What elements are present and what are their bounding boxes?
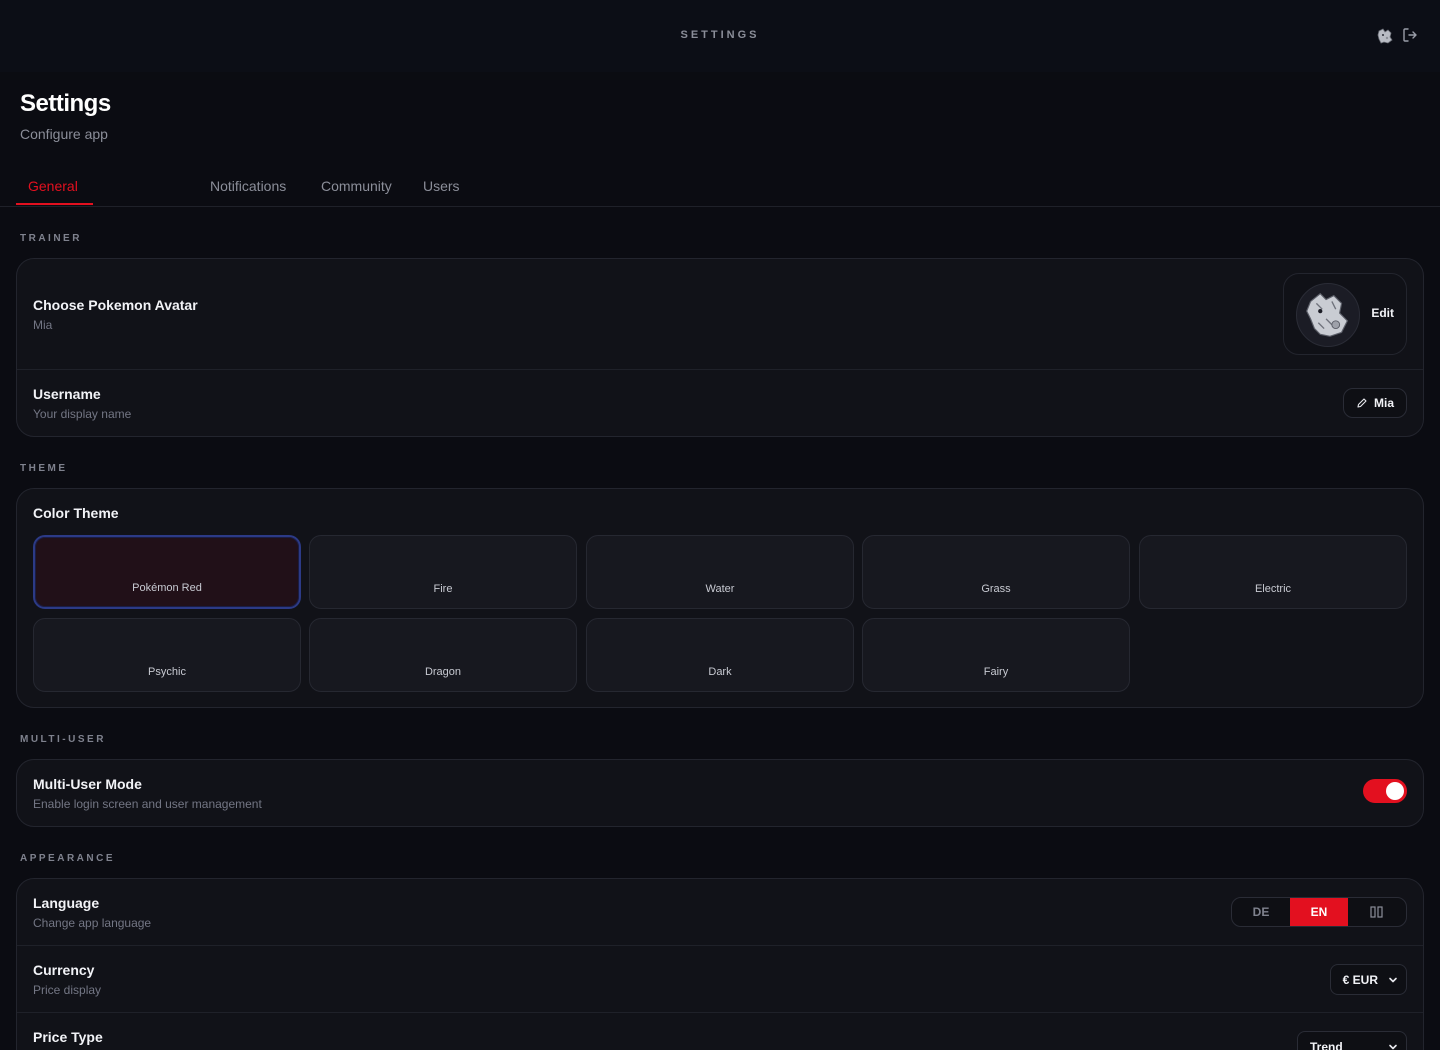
language-option-de[interactable]: DE bbox=[1232, 898, 1290, 926]
theme-option-water[interactable]: Water bbox=[586, 535, 854, 609]
currency-subtitle: Price display bbox=[33, 983, 102, 997]
theme-option-electric[interactable]: Electric bbox=[1139, 535, 1407, 609]
multiuser-card: Multi-User Mode Enable login screen and … bbox=[16, 759, 1424, 827]
currency-row: Currency Price display € EUR bbox=[17, 946, 1423, 1013]
flag-icon bbox=[1370, 906, 1383, 918]
theme-option-fairy[interactable]: Fairy bbox=[862, 618, 1130, 692]
username-row-title: Username bbox=[33, 386, 101, 402]
theme-option-fire[interactable]: Fire bbox=[309, 535, 577, 609]
language-row: Language Change app language DE EN bbox=[17, 879, 1423, 946]
page-title: Settings bbox=[20, 90, 111, 117]
avatar bbox=[1296, 283, 1360, 347]
theme-option-psychic[interactable]: Psychic bbox=[33, 618, 301, 692]
theme-option-pokemon-red[interactable]: Pokémon Red bbox=[33, 535, 301, 609]
active-tab-indicator bbox=[16, 203, 93, 205]
color-theme-title: Color Theme bbox=[33, 505, 119, 521]
currency-title: Currency bbox=[33, 962, 95, 978]
language-option-en[interactable]: EN bbox=[1290, 898, 1348, 926]
top-bar: SETTINGS bbox=[0, 0, 1440, 72]
pokemon-avatar-icon[interactable] bbox=[1376, 27, 1394, 45]
price-type-row: Price Type Trend bbox=[17, 1013, 1423, 1050]
tab-users[interactable]: Users bbox=[423, 178, 460, 194]
price-type-title: Price Type bbox=[33, 1029, 103, 1045]
multiuser-toggle[interactable] bbox=[1363, 779, 1407, 803]
chevron-down-icon bbox=[1389, 977, 1397, 982]
avatar-picker-button[interactable]: Edit bbox=[1283, 273, 1407, 355]
tab-community[interactable]: Community bbox=[321, 178, 392, 194]
tab-general[interactable]: General bbox=[28, 178, 78, 194]
avatar-row-subtitle: Mia bbox=[33, 318, 53, 332]
username-value: Mia bbox=[1373, 396, 1394, 410]
pencil-icon bbox=[1357, 398, 1367, 408]
username-row-subtitle: Your display name bbox=[33, 407, 132, 421]
tab-bar: General Notifications Community Users bbox=[0, 168, 1440, 207]
language-option-other[interactable] bbox=[1348, 898, 1406, 926]
top-bar-title: SETTINGS bbox=[680, 29, 760, 41]
section-label-appearance: APPEARANCE bbox=[20, 853, 116, 864]
avatar-row-title: Choose Pokemon Avatar bbox=[33, 297, 198, 313]
multiuser-subtitle: Enable login screen and user management bbox=[33, 797, 262, 811]
theme-option-dark[interactable]: Dark bbox=[586, 618, 854, 692]
language-subtitle: Change app language bbox=[33, 916, 152, 930]
theme-card: Color Theme Pokémon Red Fire Water Grass… bbox=[16, 488, 1424, 708]
username-row: Username Your display name Mia bbox=[17, 370, 1423, 436]
page-header: Settings Configure app bbox=[0, 72, 1440, 142]
logout-icon[interactable] bbox=[1402, 27, 1418, 43]
theme-option-dragon[interactable]: Dragon bbox=[309, 618, 577, 692]
section-label-trainer: TRAINER bbox=[20, 233, 82, 244]
theme-option-grass[interactable]: Grass bbox=[862, 535, 1130, 609]
avatar-edit-label: Edit bbox=[1371, 306, 1394, 320]
section-label-theme: THEME bbox=[20, 463, 68, 474]
trainer-card: Choose Pokemon Avatar Mia Edit Username … bbox=[16, 258, 1424, 437]
price-type-select[interactable]: Trend bbox=[1297, 1031, 1407, 1050]
edit-username-button[interactable]: Mia bbox=[1342, 388, 1407, 418]
language-title: Language bbox=[33, 895, 100, 911]
price-type-value: Trend bbox=[1310, 1039, 1343, 1050]
page-subtitle: Configure app bbox=[20, 126, 108, 142]
chevron-down-icon bbox=[1389, 1044, 1397, 1049]
currency-select[interactable]: € EUR bbox=[1329, 964, 1407, 995]
currency-value: € EUR bbox=[1342, 972, 1378, 987]
appearance-card: Language Change app language DE EN Curre… bbox=[16, 878, 1424, 1050]
language-selector: DE EN bbox=[1231, 897, 1407, 927]
pokemon-avatar-icon bbox=[1306, 292, 1349, 337]
multiuser-title: Multi-User Mode bbox=[33, 776, 142, 792]
section-label-multiuser: MULTI-USER bbox=[20, 734, 106, 745]
toggle-knob bbox=[1386, 782, 1404, 800]
tab-notifications[interactable]: Notifications bbox=[210, 178, 286, 194]
avatar-row: Choose Pokemon Avatar Mia Edit bbox=[17, 259, 1423, 370]
